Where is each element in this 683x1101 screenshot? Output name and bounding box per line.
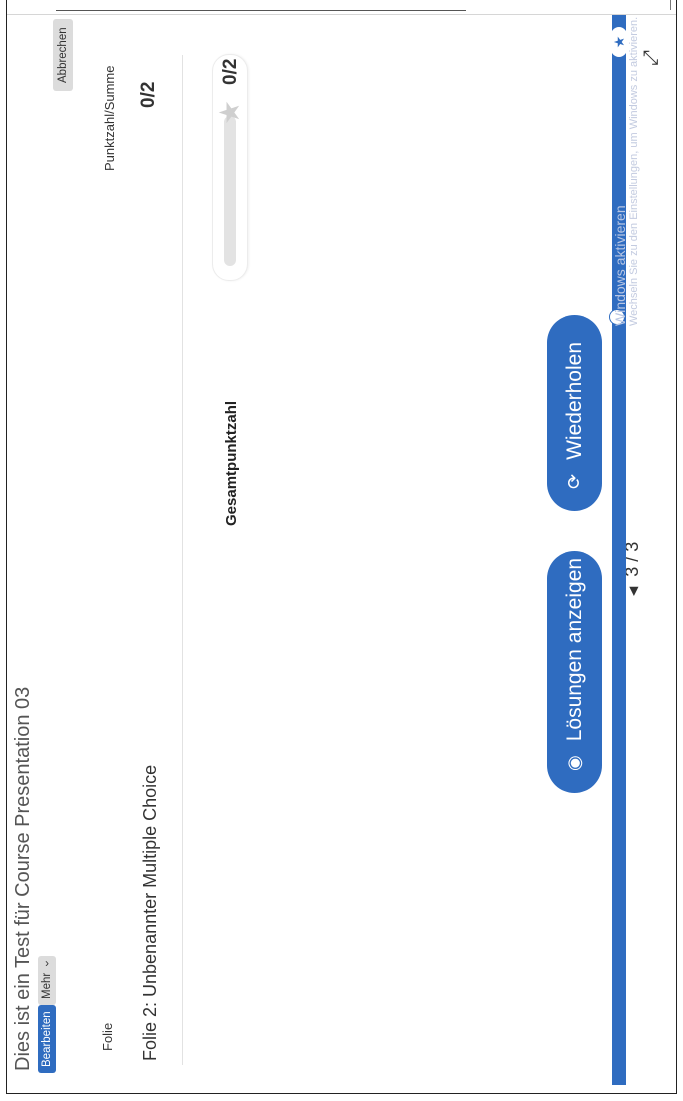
star-icon: ★ [214, 99, 245, 125]
table-divider [182, 55, 183, 1065]
rotated-content: Dies ist ein Test für Course Presentatio… [0, 0, 683, 1101]
activation-watermark-text: Wechseln Sie zu den Einstellungen, um Wi… [628, 16, 640, 326]
activation-watermark-title: Windows aktivieren [612, 205, 628, 326]
chevron-down-icon: › [45, 957, 49, 970]
show-solutions-label: Lösungen anzeigen [562, 557, 586, 742]
total-score-bar: ★ 0/2 [212, 54, 248, 281]
column-header-slide: Folie [100, 1022, 115, 1051]
retry-label: Wiederholen [562, 342, 586, 460]
retry-button[interactable]: ⟳ Wiederholen [547, 315, 602, 511]
total-score-label: Gesamtpunktzahl [223, 400, 240, 526]
cancel-button[interactable]: Abbrechen [53, 19, 73, 91]
page-title: Dies ist ein Test für Course Presentatio… [12, 686, 34, 1071]
arrow-left-icon[interactable]: ◀ [626, 587, 640, 596]
star-badge-icon: ★ [611, 27, 627, 57]
slide-progress-bar[interactable] [609, 15, 626, 1085]
total-score-value: 0/2 [220, 58, 241, 85]
slide-link[interactable]: Folie 2: Unbenannter Multiple Choice [140, 765, 161, 1061]
edit-button[interactable]: Bearbeiten [38, 1005, 56, 1073]
fullscreen-icon[interactable]: ⤢ [640, 50, 663, 66]
show-solutions-button[interactable]: ◉ Lösungen anzeigen [547, 551, 602, 793]
total-score-track [224, 116, 236, 266]
eye-icon: ◉ [564, 755, 584, 771]
column-header-score: Punktzahl/Summe [102, 65, 117, 172]
slide-score: 0/2 [138, 81, 159, 108]
more-button[interactable]: Mehr › [38, 955, 56, 1005]
more-label: Mehr [41, 972, 53, 999]
refresh-icon: ⟳ [564, 473, 584, 489]
